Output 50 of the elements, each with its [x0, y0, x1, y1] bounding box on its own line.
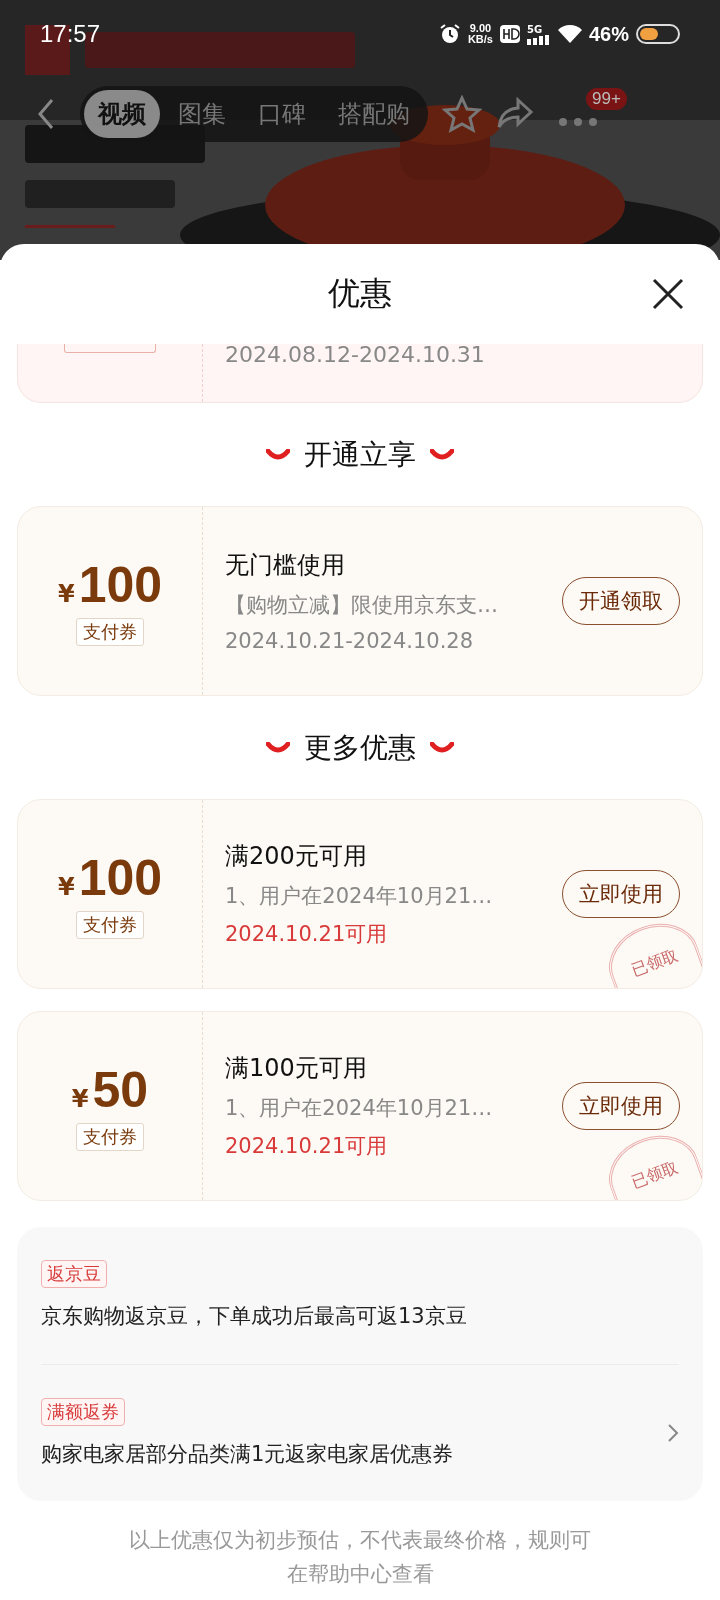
coupon-description: 1、用户在2024年10月21…	[225, 1095, 494, 1122]
sheet-title: 优惠	[328, 273, 392, 314]
currency-symbol: ¥	[57, 580, 75, 608]
nav-tab[interactable]: 口碑	[244, 90, 320, 138]
coupon-amount: 100	[78, 849, 163, 907]
coupon-amount: 50	[92, 1061, 149, 1119]
section-heading: 更多优惠	[304, 729, 416, 766]
curve-icon	[430, 741, 454, 754]
speed-value: 9.00	[469, 23, 492, 34]
close-icon[interactable]	[652, 278, 684, 310]
alarm-icon	[438, 23, 461, 45]
nav-tab[interactable]: 视频	[84, 90, 160, 138]
back-icon[interactable]	[36, 98, 56, 130]
coupon-title: 满200元可用	[225, 841, 368, 872]
speed-unit: KB/s	[467, 34, 493, 45]
rebate-tag: 满额返券	[41, 1397, 125, 1426]
coupon-date: 2024.10.21可用	[225, 1133, 389, 1160]
coupon-amount: 100	[78, 556, 163, 614]
currency-symbol: ¥	[57, 873, 75, 901]
chevron-right-icon[interactable]	[667, 1422, 679, 1443]
status-time: 17:57	[40, 20, 101, 48]
coupon-description: 1、用户在2024年10月21…	[225, 883, 494, 910]
curve-icon	[266, 448, 290, 461]
coupon-type-tag: 支付券	[76, 1123, 144, 1151]
disclaimer-text: 以上优惠仅为初步预估，不代表最终价格，规则可	[129, 1527, 591, 1554]
coupon-type-tag: 支付券	[76, 618, 144, 646]
rebate-text: 京东购物返京豆，下单成功后最高可返13京豆	[41, 1303, 467, 1331]
rebate-text: 购家电家居部分品类满1元返家电家居优惠券	[41, 1440, 454, 1468]
coupon-date: 2024.10.21可用	[225, 921, 389, 948]
coupon-description: 【购物立减】限使用京东支…	[225, 592, 499, 619]
coupon-date: 2024.08.12-2024.10.31	[224, 344, 485, 366]
curve-icon	[266, 741, 290, 754]
coupon-type-tag: 支付券	[76, 911, 144, 939]
nav-tab[interactable]: 搭配购	[324, 90, 424, 138]
coupon-date: 2024.10.21-2024.10.28	[225, 629, 475, 653]
signal-icon	[526, 34, 551, 45]
curve-icon	[430, 448, 454, 461]
section-heading: 开通立享	[304, 436, 416, 473]
battery-percent: 46%	[588, 22, 629, 46]
coupon-title: 满100元可用	[225, 1053, 368, 1084]
disclaimer-text: 在帮助中心查看	[286, 1561, 434, 1588]
star-icon[interactable]	[442, 95, 482, 133]
coupon-title: 无门槛使用	[225, 550, 346, 581]
more-icon[interactable]	[558, 116, 598, 127]
battery-icon	[636, 24, 680, 44]
wifi-icon	[557, 24, 582, 44]
currency-symbol: ¥	[71, 1085, 89, 1113]
network-label: 5G	[526, 23, 543, 35]
nav-tab[interactable]: 图集	[164, 90, 240, 138]
rebate-tag: 返京豆	[41, 1260, 107, 1289]
